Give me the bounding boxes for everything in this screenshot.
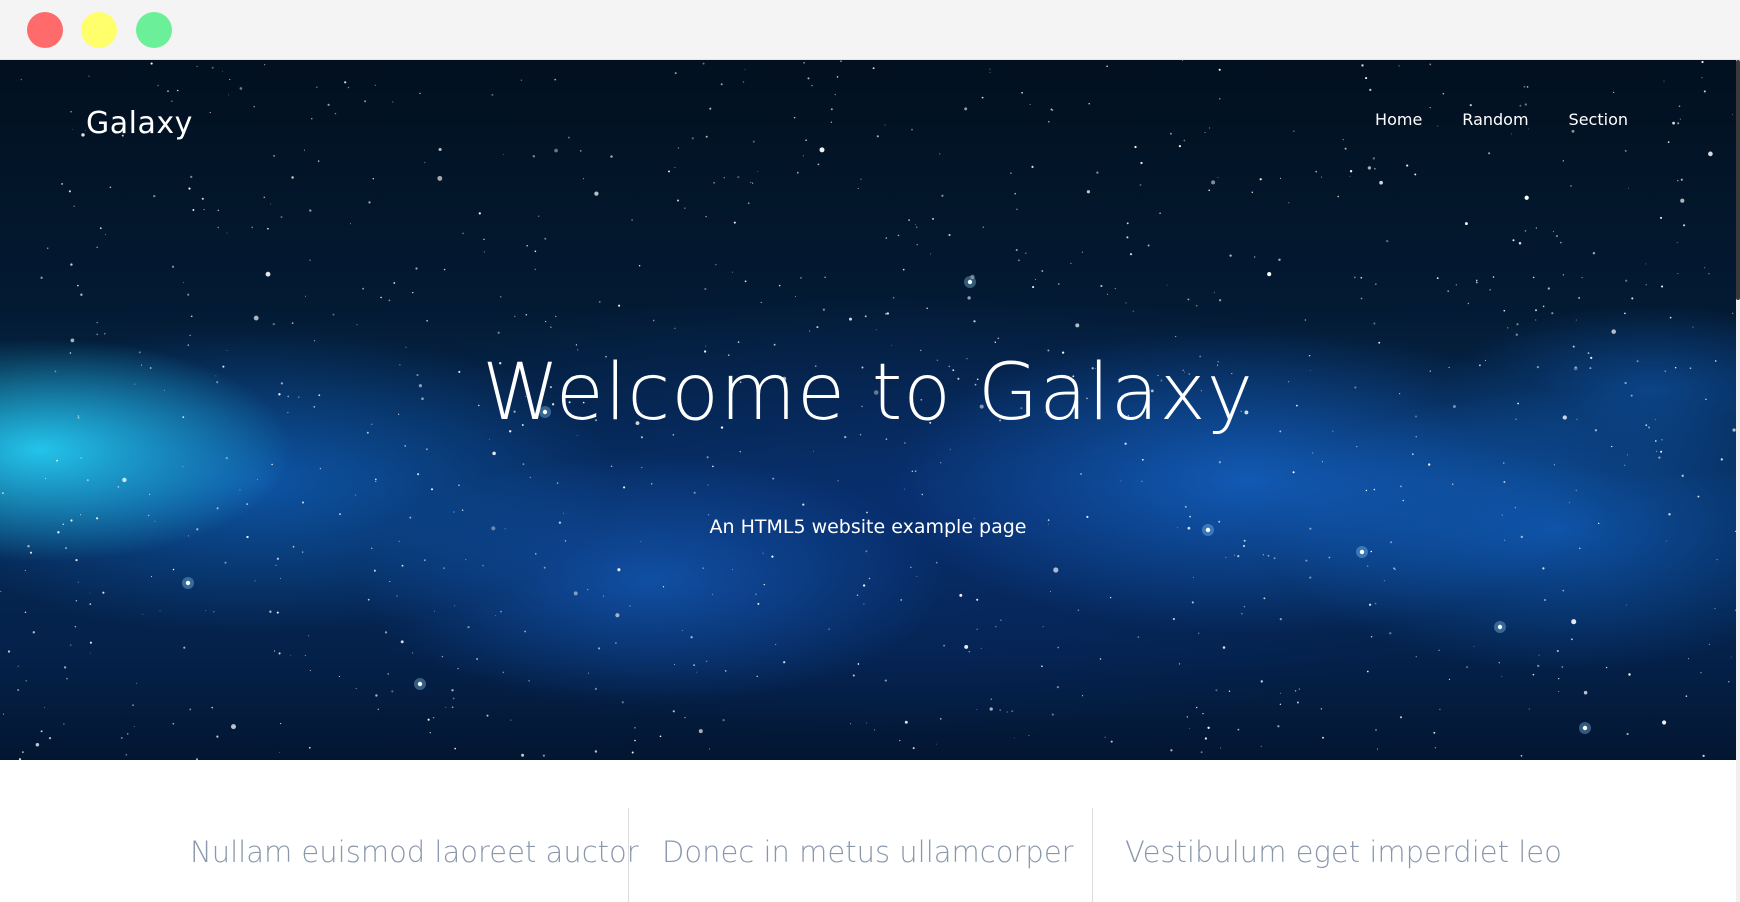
nav-link-home[interactable]: Home xyxy=(1375,110,1422,129)
feature-title: Vestibulum eget imperdiet leo xyxy=(1125,835,1562,869)
hero-subtitle: An HTML5 website example page xyxy=(709,516,1027,538)
window-titlebar xyxy=(0,0,1740,60)
zoom-window-button[interactable] xyxy=(136,12,172,48)
features-section: Nullam euismod laoreet auctor Donec in m… xyxy=(0,760,1736,902)
feature-column: Nullam euismod laoreet auctor xyxy=(190,808,639,902)
feature-title: Nullam euismod laoreet auctor xyxy=(190,835,639,869)
feature-divider xyxy=(1092,808,1093,902)
nav-link-random[interactable]: Random xyxy=(1462,110,1528,129)
feature-column: Donec in metus ullamcorper xyxy=(662,808,1082,902)
browser-window: Galaxy Home Random Section Welcome to Ga… xyxy=(0,0,1740,902)
feature-column: Vestibulum eget imperdiet leo xyxy=(1125,808,1562,902)
main-nav: Home Random Section xyxy=(1375,110,1628,129)
hero-section: Galaxy Home Random Section Welcome to Ga… xyxy=(0,60,1736,760)
vertical-scrollbar[interactable] xyxy=(1736,60,1740,902)
close-window-button[interactable] xyxy=(27,12,63,48)
page-viewport: Galaxy Home Random Section Welcome to Ga… xyxy=(0,60,1736,902)
hero-title: Welcome to Galaxy xyxy=(482,348,1254,438)
minimize-window-button[interactable] xyxy=(81,12,117,48)
brand-logo[interactable]: Galaxy xyxy=(86,106,193,141)
nav-link-section[interactable]: Section xyxy=(1569,110,1628,129)
feature-title: Donec in metus ullamcorper xyxy=(662,835,1074,869)
scrollbar-thumb[interactable] xyxy=(1736,60,1740,300)
feature-divider xyxy=(628,808,629,902)
